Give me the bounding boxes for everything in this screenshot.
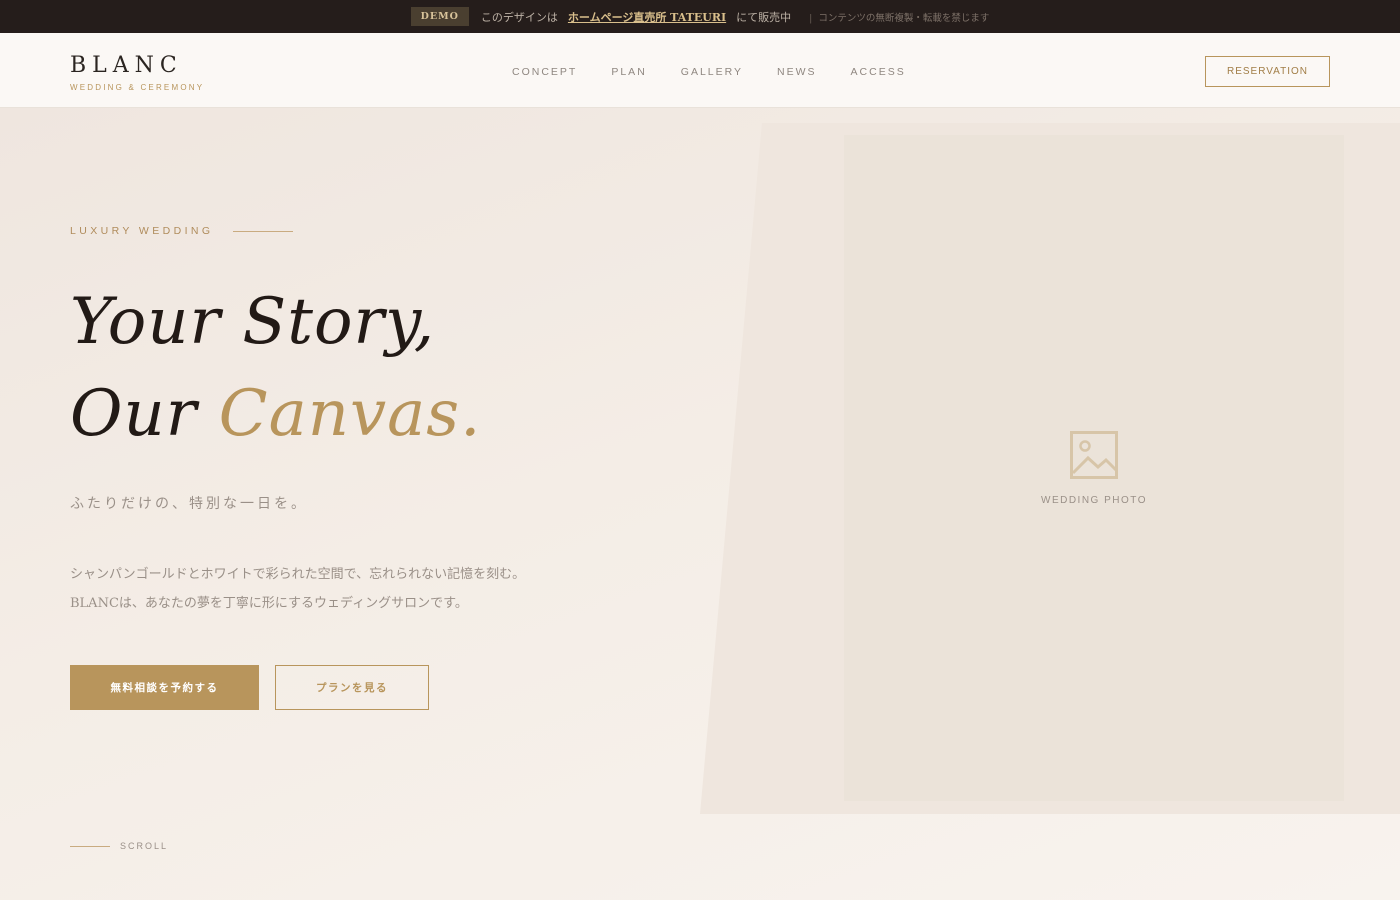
demo-badge: DEMO xyxy=(410,7,469,26)
headline-line-1: Your Story, xyxy=(70,285,436,359)
nav-plan[interactable]: PLAN xyxy=(611,66,646,78)
demo-text: このデザインは xyxy=(480,10,558,24)
image-icon xyxy=(1070,430,1118,479)
hero-headline: Your Story, Our Canvas. xyxy=(70,276,481,460)
photo-label: WEDDING PHOTO xyxy=(1041,494,1147,506)
logo-title[interactable]: BLANC xyxy=(70,53,183,78)
main-nav: CONCEPT PLAN GALLERY NEWS ACCESS xyxy=(512,66,940,78)
free-consultation-button[interactable]: 無料相談を予約する xyxy=(70,665,259,710)
hero-lead-text: シャンパンゴールドとホワイトで彩られた空間で、忘れられない記憶を刻む。BLANC… xyxy=(70,567,526,611)
nav-access[interactable]: ACCESS xyxy=(851,66,906,78)
nav-concept[interactable]: CONCEPT xyxy=(512,66,577,78)
divider: | xyxy=(809,12,813,24)
reservation-button[interactable]: RESERVATION xyxy=(1205,56,1330,87)
hero-tagline: ふたりだけの、特別な一日を。 xyxy=(70,496,308,512)
scroll-label: SCROLL xyxy=(120,841,169,851)
site-header: BLANC WEDDING & CEREMONY CONCEPT PLAN GA… xyxy=(0,33,1400,108)
nav-gallery[interactable]: GALLERY xyxy=(681,66,743,78)
logo-subtitle: WEDDING & CEREMONY xyxy=(70,83,205,92)
tateuri-link[interactable]: ホームページ直売所 TATEURI xyxy=(568,9,726,25)
hero-eyebrow: LUXURY WEDDING xyxy=(70,225,214,237)
copyright-note-text: コンテンツの無断複製・転載を禁じます xyxy=(818,12,990,24)
eyebrow-divider xyxy=(233,231,293,232)
demo-suffix: にて販売中 xyxy=(736,10,792,24)
headline-accent: Canvas. xyxy=(218,377,482,451)
wedding-photo-placeholder: WEDDING PHOTO xyxy=(844,135,1344,801)
demo-bar: DEMO このデザインは ホームページ直売所 TATEURI にて販売中 | コン… xyxy=(0,0,1400,33)
hero-section: LUXURY WEDDING Your Story, Our Canvas. ふ… xyxy=(0,108,1400,900)
headline-line-2-prefix: Our xyxy=(70,377,219,451)
copyright-note: | コンテンツの無断複製・転載を禁じます xyxy=(809,10,989,24)
nav-news[interactable]: NEWS xyxy=(777,66,817,78)
scroll-indicator-line xyxy=(70,846,110,847)
view-plans-button[interactable]: プランを見る xyxy=(275,665,429,710)
